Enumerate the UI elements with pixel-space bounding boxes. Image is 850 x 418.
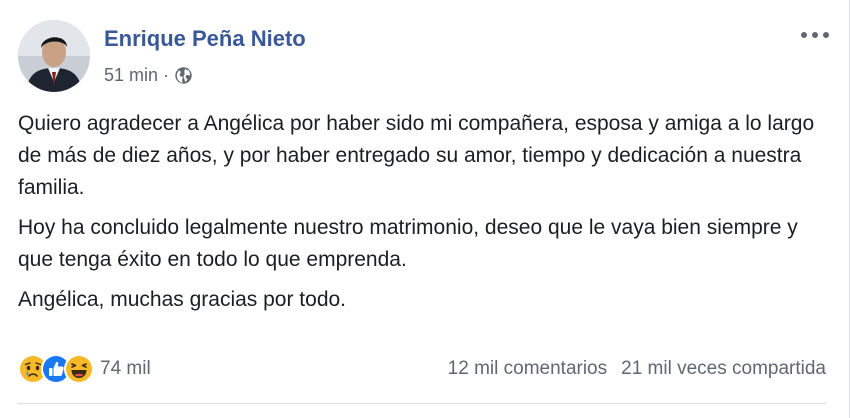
author-avatar[interactable] — [18, 20, 90, 92]
author-name[interactable]: Enrique Peña Nieto — [104, 25, 306, 53]
avatar-image — [18, 20, 90, 92]
post-body: Quiero agradecer a Angélica por haber si… — [18, 108, 828, 324]
post-paragraph: Angélica, muchas gracias por todo. — [18, 288, 347, 311]
shares-count-link[interactable]: 21 mil veces compartida — [621, 358, 826, 380]
reaction-icons — [18, 354, 94, 384]
post-timestamp[interactable]: 51 min — [104, 63, 158, 87]
post-card: Enrique Peña Nieto 51 min · Quiero agrad… — [0, 0, 850, 418]
post-paragraph: Hoy ha concluido legalmente nuestro matr… — [18, 216, 798, 271]
haha-reaction-icon — [64, 354, 94, 384]
post-meta: 51 min · — [104, 63, 193, 87]
engagement-stats: 12 mil comentarios 21 mil veces comparti… — [448, 358, 826, 380]
more-options-icon[interactable] — [798, 26, 832, 44]
comments-count-link[interactable]: 12 mil comentarios — [448, 358, 607, 380]
reaction-count[interactable]: 74 mil — [100, 358, 151, 380]
reactions-summary[interactable]: 74 mil — [18, 354, 151, 384]
post-paragraph: Quiero agradecer a Angélica por haber si… — [18, 112, 815, 199]
footer-divider — [18, 403, 826, 404]
post-footer: 74 mil 12 mil comentarios 21 mil veces c… — [18, 352, 826, 386]
meta-separator: · — [163, 65, 170, 85]
globe-icon[interactable] — [174, 66, 193, 85]
